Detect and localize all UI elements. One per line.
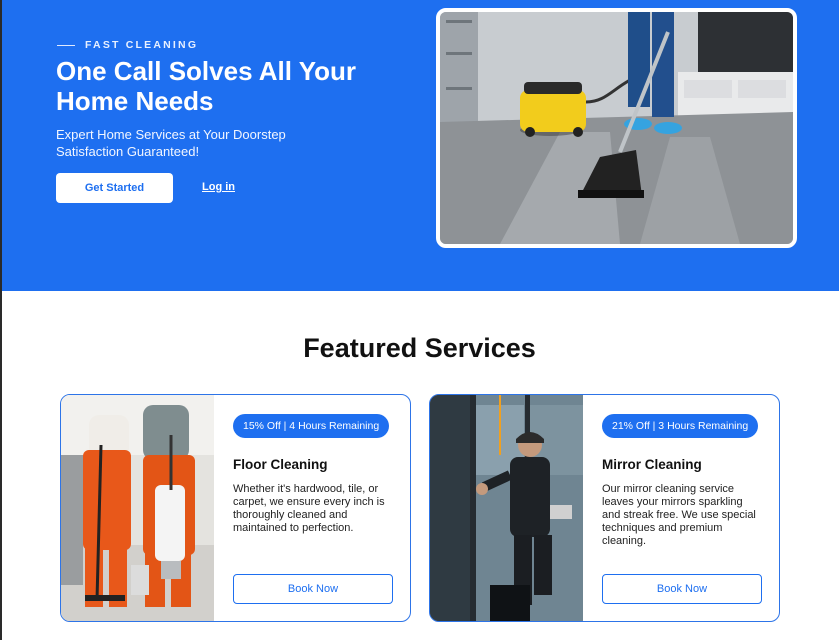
featured-services-title: Featured Services <box>303 333 536 363</box>
discount-badge: 21% Off | 3 Hours Remaining <box>602 414 759 438</box>
eyebrow-line <box>57 44 75 46</box>
eyebrow-text: FAST CLEANING <box>85 39 199 51</box>
hero-subtitle: Expert Home Services at Your Doorstep Sa… <box>56 127 286 159</box>
service-card-mirror: 21% Off | 3 Hours Remaining Mirror Clean… <box>429 394 780 622</box>
hero-section: FAST CLEANING One Call Solves All Your H… <box>0 0 839 291</box>
hero-title: One Call Solves All Your Home Needs <box>56 56 357 116</box>
mirror-cleaning-photo <box>430 395 583 621</box>
login-link[interactable]: Log in <box>202 181 235 193</box>
floor-cleaning-photo <box>61 395 214 621</box>
discount-badge: 15% Off | 4 Hours Remaining <box>233 414 390 438</box>
window-edge <box>0 0 2 640</box>
get-started-button[interactable]: Get Started <box>56 173 173 203</box>
book-now-button[interactable]: Book Now <box>602 574 762 604</box>
hero-vacuum-photo <box>436 8 797 248</box>
service-title: Mirror Cleaning <box>602 457 702 472</box>
service-description: Our mirror cleaning service leaves your … <box>602 483 756 547</box>
service-title: Floor Cleaning <box>233 457 328 472</box>
service-card-floor: 15% Off | 4 Hours Remaining Floor Cleani… <box>60 394 411 622</box>
hero-eyebrow: FAST CLEANING <box>57 39 198 51</box>
book-now-button[interactable]: Book Now <box>233 574 393 604</box>
service-description: Whether it's hardwood, tile, or carpet, … <box>233 483 385 534</box>
